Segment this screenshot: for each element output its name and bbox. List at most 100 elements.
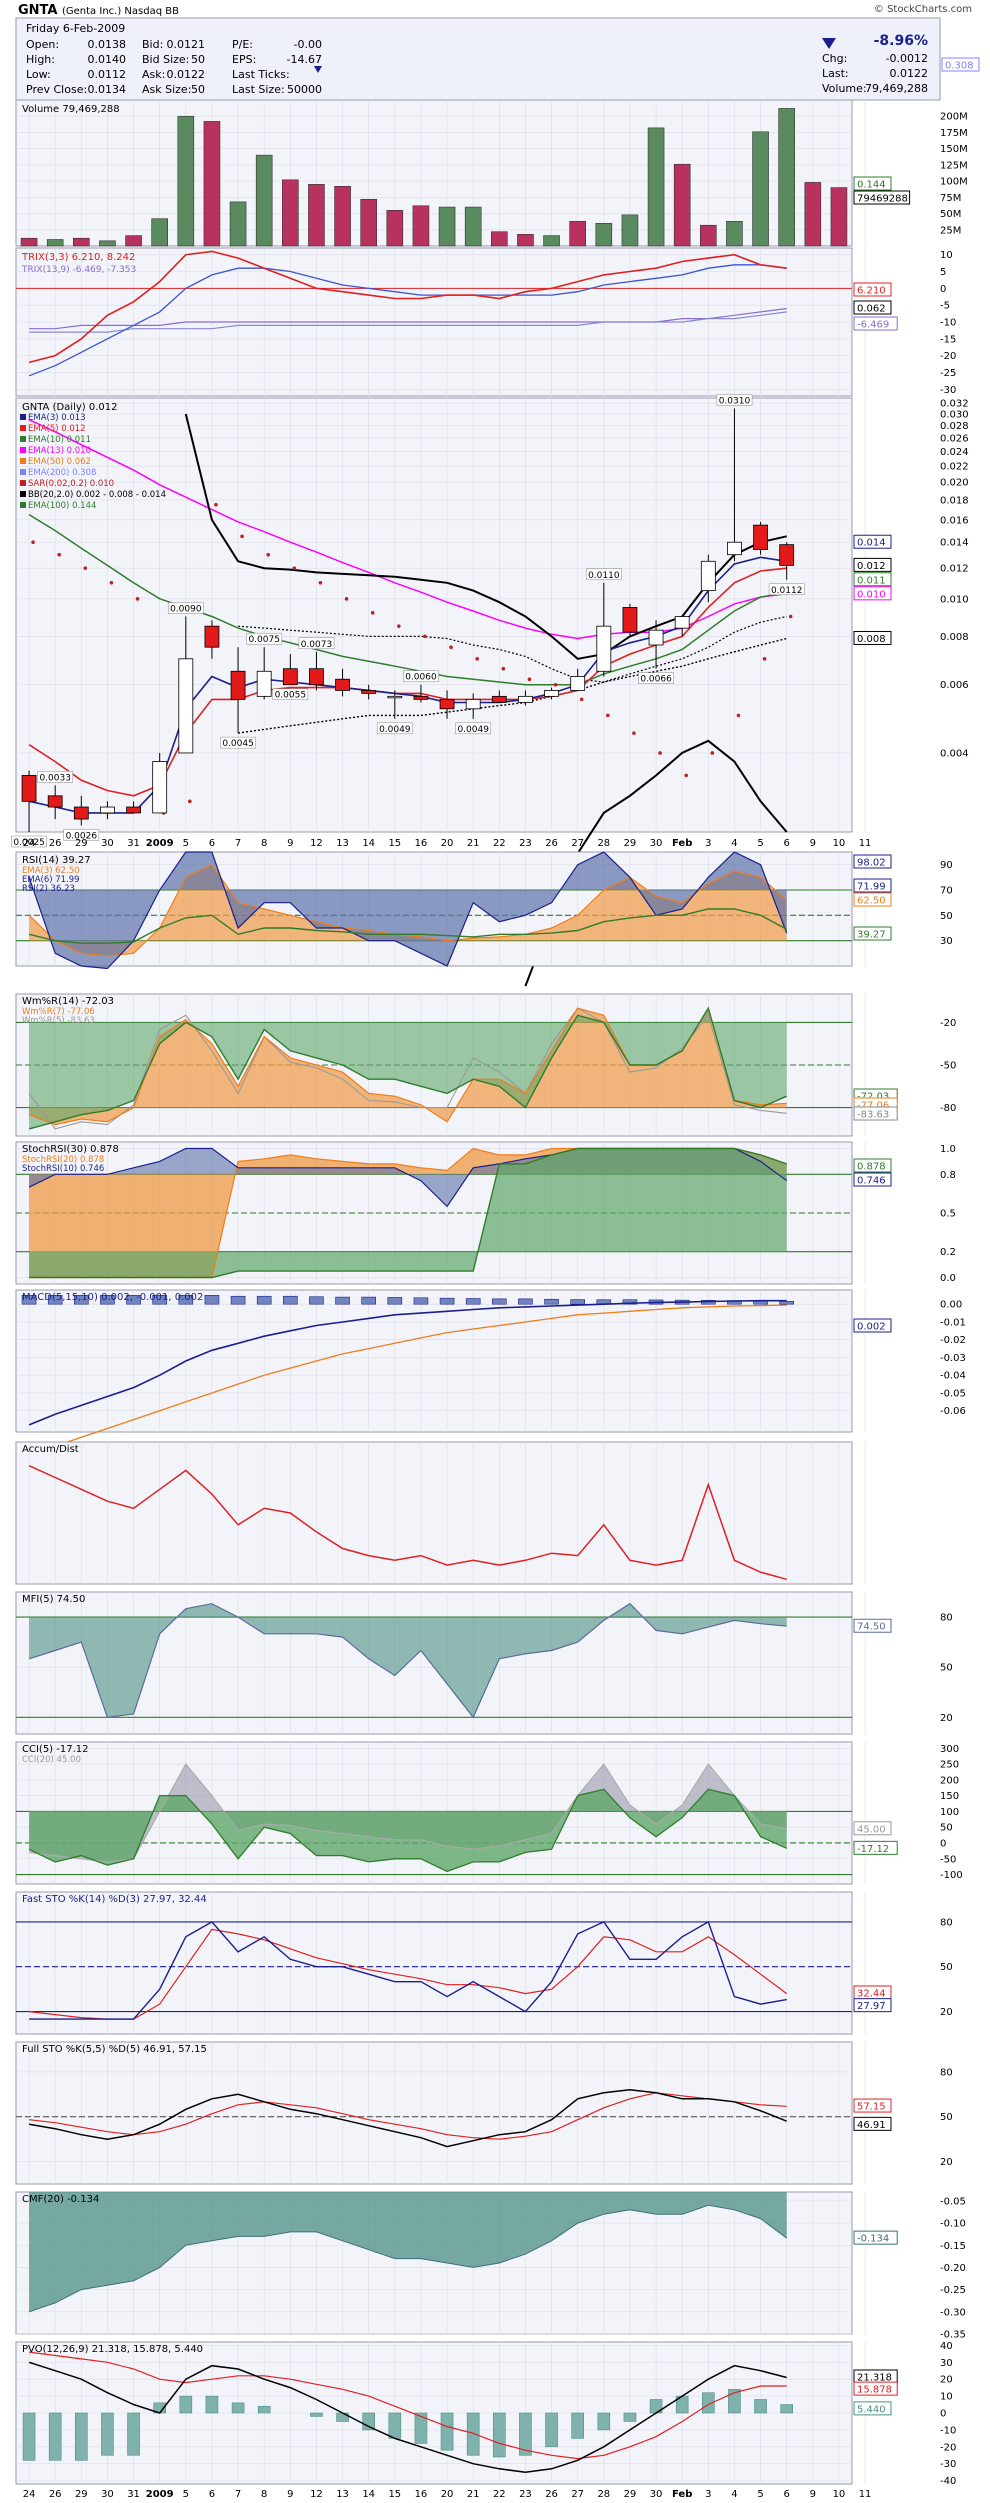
stochrsi-tick-label: 0.8: [940, 1170, 956, 1181]
candle-body: [256, 670, 272, 697]
legend-item: EMA(13) 0.010: [28, 446, 91, 456]
volume-bar: [386, 210, 404, 247]
x-axis-label: 4: [731, 838, 737, 849]
volume-bar: [282, 179, 299, 247]
pvo-hist-bar: [623, 2412, 637, 2422]
volume-bar: [46, 239, 64, 247]
macd-hist-bar: [283, 1295, 298, 1305]
volume-bar: [99, 240, 116, 247]
cmf-tick-label: -0.30: [940, 2307, 966, 2318]
price-label: 0.0049: [379, 725, 411, 735]
price-label: 0.0075: [248, 635, 280, 645]
date-label: Friday 6-Feb-2009: [26, 22, 125, 35]
price-tick-label: 0.010: [940, 594, 969, 605]
volume-title: Volume 79,469,288: [22, 104, 120, 115]
volume-tick-label: 75M: [940, 193, 961, 204]
sar-dot: [318, 580, 323, 585]
x-axis-label: 2009: [146, 838, 174, 849]
trix-tick-label: -20: [940, 351, 956, 362]
price-tick-label: 0.012: [940, 564, 969, 575]
candle-body: [282, 668, 298, 686]
price-tick-label: 0.032: [940, 399, 969, 410]
price-label: 0.0049: [457, 725, 489, 735]
sar-dot: [240, 534, 244, 539]
pvo-hist-bar: [571, 2412, 584, 2439]
quote-value: 0.0122: [167, 68, 206, 81]
sar-dot: [83, 566, 88, 570]
macd-hist-bar: [256, 1295, 272, 1305]
stochrsi-legend: StochRSI(10) 0.746: [22, 1164, 104, 1174]
sar-dot: [553, 682, 558, 687]
candle-body: [491, 695, 507, 703]
x-axis-label: 22: [493, 838, 506, 849]
volume-bar: [229, 201, 247, 247]
x-axis-label: 30: [101, 838, 114, 849]
willr-legend: Wm%R(5) -83.63: [22, 1016, 95, 1026]
trix-title: TRIX(3,3) 6.210, 8.242: [21, 252, 135, 263]
price-label: 0.0066: [640, 675, 672, 685]
quote-value: 50: [191, 53, 205, 66]
legend-swatch: [20, 480, 26, 486]
x-axis-label: 29: [624, 838, 637, 849]
right-quote-value: 0.0122: [890, 67, 929, 80]
volume-bar: [412, 205, 430, 247]
macd-hist-bar: [361, 1296, 376, 1305]
sar-dot: [475, 657, 479, 661]
pvo-hist-bar: [388, 2412, 402, 2439]
sar-dot: [188, 799, 192, 804]
x-axis-label: 9: [810, 838, 816, 849]
legend-swatch: [20, 447, 26, 453]
cci-tick-label: 100: [940, 1807, 959, 1818]
pvo-tick-label: 30: [940, 2358, 953, 2369]
pvo-tick-label: -40: [940, 2476, 956, 2487]
trix-tag-label: 6.210: [857, 286, 886, 297]
x-axis-label: 2009: [146, 2489, 174, 2500]
quote-value: 0.0138: [88, 38, 127, 51]
x-axis-label: 11: [859, 2489, 872, 2500]
macd-hist-bar: [309, 1296, 324, 1305]
candle-body: [465, 698, 481, 710]
x-axis-label: 10: [833, 2489, 846, 2500]
macd-hist-bar: [779, 1301, 794, 1305]
pvo-hist-bar: [257, 2405, 271, 2414]
right-quote-value: 79,469,288: [865, 82, 928, 95]
right-quote-label: Last:: [822, 67, 849, 80]
candle-body: [518, 695, 533, 703]
pvo-hist-bar: [231, 2402, 245, 2414]
x-axis-label: 31: [127, 2489, 140, 2500]
trix-title-2: TRIX(13,9) -6.469, -7.353: [21, 265, 136, 275]
sar-dot: [135, 597, 140, 601]
x-axis-label: 14: [362, 2489, 375, 2500]
mfi-tick-label: 80: [940, 1613, 953, 1624]
legend-item: SAR(0.02,0.2) 0.010: [28, 479, 114, 489]
x-axis-label: 10: [833, 838, 846, 849]
x-axis-label: 6: [784, 838, 790, 849]
sar-dot: [762, 657, 767, 661]
cci-tick-label: 250: [940, 1760, 959, 1771]
right-quote-value: -0.0012: [886, 52, 928, 65]
quote-value: 50000: [287, 83, 322, 96]
candle-body: [779, 544, 795, 566]
x-axis-label: 28: [597, 2489, 610, 2500]
macd-tag-label: 0.002: [857, 1322, 886, 1333]
volume-tag-label: 79469288: [857, 194, 908, 205]
legend-swatch: [20, 469, 26, 475]
volume-bar: [778, 108, 795, 247]
volume-bar: [647, 127, 665, 247]
volume-tick-label: 50M: [940, 209, 961, 220]
macd-hist-bar: [335, 1296, 350, 1305]
cci-tick-label: 0: [940, 1838, 946, 1849]
price-tag-label: 0.008: [857, 634, 886, 645]
volume-tick-label: 100M: [940, 177, 968, 188]
legend-swatch: [20, 414, 26, 420]
macd-hist-bar: [544, 1298, 559, 1305]
pvo-hist-bar: [780, 2404, 793, 2414]
cci-tick-label: -100: [940, 1870, 963, 1881]
legend-item: EMA(100) 0.144: [28, 501, 96, 511]
price-label: 0.0110: [588, 571, 620, 581]
candle-body: [439, 698, 455, 710]
candle-body: [413, 695, 429, 700]
sar-dot: [214, 502, 218, 507]
x-axis-label: 6: [209, 2489, 215, 2500]
macd-hist-bar: [204, 1295, 220, 1305]
